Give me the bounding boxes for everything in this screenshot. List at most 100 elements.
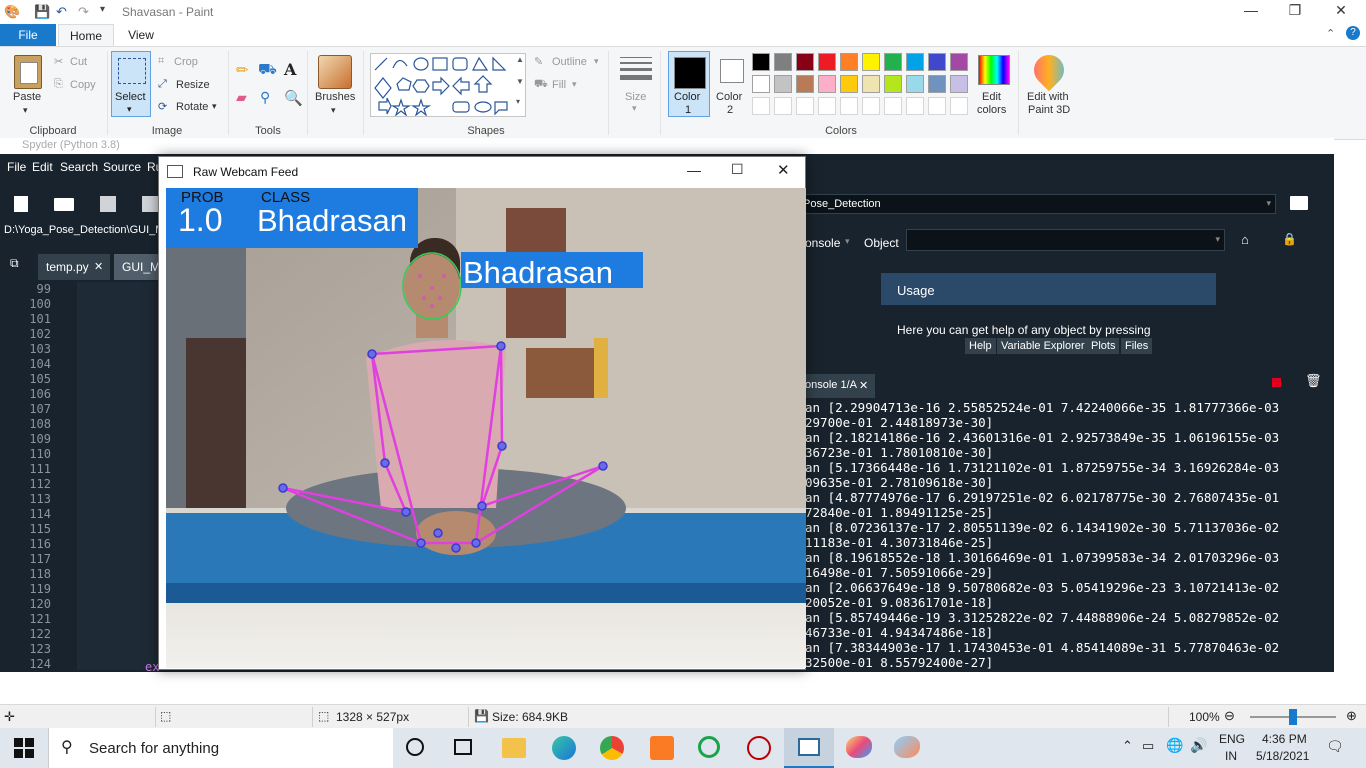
- help-source-select[interactable]: onsole: [805, 236, 840, 250]
- clock-time[interactable]: 4:36 PM: [1262, 732, 1307, 746]
- size-icon[interactable]: [620, 57, 652, 81]
- size-button[interactable]: Size: [625, 91, 646, 103]
- pencil-icon[interactable]: ✏: [236, 61, 249, 79]
- rotate-button[interactable]: Rotate: [176, 101, 208, 113]
- file-explorer-icon[interactable]: [502, 738, 526, 758]
- edit-colors-icon[interactable]: [978, 55, 1010, 85]
- zoom-out-icon[interactable]: ⊖: [1224, 708, 1235, 724]
- customize-quick-access-icon[interactable]: ▾: [100, 4, 105, 15]
- save-all-icon[interactable]: [142, 196, 158, 212]
- code-editor[interactable]: ex: [77, 282, 160, 674]
- redo-icon[interactable]: ↷: [78, 4, 89, 20]
- battery-icon[interactable]: ▭: [1142, 738, 1154, 754]
- palette-swatch[interactable]: [752, 75, 770, 93]
- console-tab[interactable]: onsole 1/A ✕: [805, 374, 875, 398]
- close-button[interactable]: ✕: [1318, 2, 1364, 22]
- select-button[interactable]: Select ▾: [111, 51, 151, 117]
- chrome-icon[interactable]: [600, 736, 624, 760]
- custom-color-slot[interactable]: [950, 97, 968, 115]
- palette-swatch[interactable]: [950, 53, 968, 71]
- custom-color-slot[interactable]: [796, 97, 814, 115]
- editor-tab-gui[interactable]: GUI_Ma: [114, 254, 167, 280]
- paint3d-label-1[interactable]: Edit with: [1027, 91, 1069, 103]
- palette-swatch[interactable]: [840, 75, 858, 93]
- custom-color-slot[interactable]: [840, 97, 858, 115]
- network-icon[interactable]: 🌐: [1166, 737, 1183, 754]
- paint3d-icon[interactable]: [1027, 48, 1071, 92]
- ipython-console[interactable]: onsole 1/A ✕ 🗑 an [2.29904713e-16 2.5585…: [805, 358, 1334, 672]
- palette-swatch[interactable]: [774, 75, 792, 93]
- pane-tab-help[interactable]: Help: [965, 338, 996, 354]
- edit-colors-label-2[interactable]: colors: [977, 104, 1006, 116]
- paste-icon[interactable]: [14, 55, 42, 89]
- palette-swatch[interactable]: [928, 53, 946, 71]
- task-view-icon[interactable]: [454, 739, 472, 755]
- color-picker-icon[interactable]: ⚲: [260, 89, 270, 106]
- webcam-maximize-button[interactable]: ☐: [731, 161, 744, 178]
- palette-swatch[interactable]: [906, 53, 924, 71]
- fill-button[interactable]: Fill: [552, 79, 566, 91]
- undo-icon[interactable]: ↶: [56, 4, 67, 20]
- xampp-icon[interactable]: [650, 736, 674, 760]
- shapes-scroll-up-icon[interactable]: ▲: [516, 55, 524, 64]
- volume-icon[interactable]: 🔊: [1190, 737, 1207, 754]
- anaconda-icon[interactable]: [698, 736, 720, 758]
- palette-swatch[interactable]: [862, 53, 880, 71]
- custom-color-slot[interactable]: [862, 97, 880, 115]
- stop-icon[interactable]: [1272, 378, 1281, 387]
- tab-home[interactable]: Home: [58, 24, 114, 47]
- color1-button[interactable]: Color 1: [668, 51, 710, 117]
- size-dropdown-icon[interactable]: ▾: [632, 103, 637, 114]
- palette-swatch[interactable]: [796, 53, 814, 71]
- editor-tab-temp[interactable]: temp.py ✕: [38, 254, 110, 280]
- edge-icon[interactable]: [552, 736, 576, 760]
- open-folder-icon[interactable]: [54, 198, 74, 211]
- browse-directory-icon[interactable]: [1290, 196, 1308, 210]
- resize-button[interactable]: Resize: [176, 79, 210, 91]
- shapes-scroll-down-icon[interactable]: ▼: [516, 77, 524, 86]
- outline-button[interactable]: Outline: [552, 56, 587, 68]
- save-icon[interactable]: 💾: [34, 4, 50, 20]
- shapes-expand-icon[interactable]: ▾: [516, 97, 520, 106]
- home-icon[interactable]: ⌂: [1241, 232, 1249, 247]
- fill-bucket-icon[interactable]: ⛟: [258, 61, 277, 80]
- close-tab-icon[interactable]: ✕: [94, 260, 103, 273]
- palette-swatch[interactable]: [884, 53, 902, 71]
- object-input[interactable]: ▾: [906, 229, 1225, 251]
- paste-button[interactable]: Paste: [13, 91, 41, 103]
- outline-dropdown-icon[interactable]: ▾: [594, 56, 599, 67]
- palette-swatch[interactable]: [774, 53, 792, 71]
- tab-file[interactable]: File: [0, 24, 56, 46]
- spyder-menu-file[interactable]: File: [7, 160, 26, 174]
- spyder-menu-source[interactable]: Source: [103, 160, 141, 174]
- custom-color-slot[interactable]: [774, 97, 792, 115]
- palette-swatch[interactable]: [818, 75, 836, 93]
- cut-button[interactable]: Cut: [70, 56, 87, 68]
- help-icon[interactable]: ?: [1346, 26, 1360, 40]
- browse-tabs-icon[interactable]: ⧉: [10, 256, 19, 271]
- tab-view[interactable]: View: [118, 24, 164, 46]
- text-tool-icon[interactable]: A: [284, 60, 296, 79]
- palette-swatch[interactable]: [752, 53, 770, 71]
- trash-icon[interactable]: 🗑: [1305, 373, 1322, 389]
- webcam-minimize-button[interactable]: —: [687, 162, 701, 178]
- notifications-icon[interactable]: 🗨: [1326, 738, 1344, 755]
- crop-button[interactable]: Crop: [174, 56, 198, 68]
- paint-taskbar-icon[interactable]: [846, 736, 872, 758]
- palette-swatch[interactable]: [884, 75, 902, 93]
- custom-color-slot[interactable]: [928, 97, 946, 115]
- pane-tab-files[interactable]: Files: [1121, 338, 1153, 354]
- taskbar-search-box[interactable]: ⚲ Search for anything: [48, 728, 393, 768]
- spyder-menu-edit[interactable]: Edit: [32, 160, 53, 174]
- brushes-dropdown-icon[interactable]: ▾: [331, 105, 336, 116]
- palette-swatch[interactable]: [906, 75, 924, 93]
- show-hidden-icons-icon[interactable]: ⌃: [1122, 738, 1133, 754]
- eraser-icon[interactable]: ▰: [236, 89, 247, 106]
- paint3d-label-2[interactable]: Paint 3D: [1028, 104, 1070, 116]
- palette-swatch[interactable]: [928, 75, 946, 93]
- new-file-icon[interactable]: [14, 196, 28, 212]
- clock-date[interactable]: 5/18/2021: [1256, 749, 1309, 763]
- zoom-in-icon[interactable]: ⊕: [1346, 708, 1357, 724]
- help-source-dropdown-icon[interactable]: ▾: [845, 236, 850, 247]
- close-console-icon[interactable]: ✕: [859, 379, 868, 392]
